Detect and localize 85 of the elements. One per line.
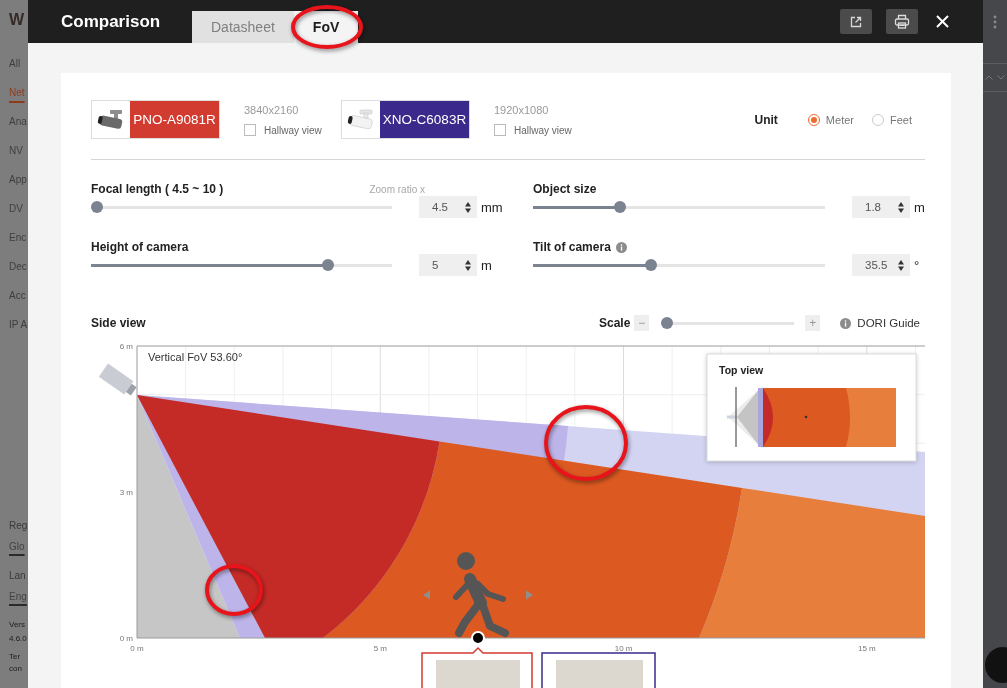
footer-text: con bbox=[9, 663, 22, 675]
radio-button[interactable] bbox=[872, 113, 884, 126]
zoom-out-button[interactable]: − bbox=[634, 315, 650, 331]
print-button[interactable] bbox=[886, 9, 918, 34]
zoom-in-button[interactable]: + bbox=[805, 315, 821, 331]
field-label: Focal length ( 4.5 ~ 10 ) bbox=[91, 182, 224, 196]
section-title: Side view bbox=[91, 316, 146, 330]
model-label: PNO-A9081R bbox=[130, 101, 219, 138]
radio-label: Meter bbox=[825, 113, 854, 126]
number-field[interactable]: 4.5 bbox=[419, 196, 477, 218]
nav-link[interactable]: Net bbox=[9, 78, 25, 107]
field-label: Tilt of camera bbox=[533, 240, 611, 254]
unit-label: ° bbox=[914, 257, 920, 273]
footer-text: Vers bbox=[9, 619, 25, 631]
spinner-arrows-icon bbox=[898, 259, 904, 271]
model-label: XNO-C6083R bbox=[380, 101, 469, 138]
footer-text: 4.6.0 bbox=[9, 633, 27, 645]
nav-link[interactable]: Enc bbox=[9, 223, 27, 252]
sidebar-label: Lan bbox=[9, 569, 26, 583]
sidebar-link[interactable]: Eng bbox=[9, 588, 27, 606]
resolution-text: 1920x1080 bbox=[494, 104, 549, 117]
checkbox[interactable] bbox=[244, 124, 256, 136]
info-icon bbox=[840, 317, 852, 329]
window-title: Comparison bbox=[61, 11, 161, 32]
radio-button[interactable] bbox=[807, 113, 820, 126]
hint-text: Zoom ratio x bbox=[369, 183, 425, 195]
axis-label: 6 m bbox=[119, 342, 133, 351]
more-options-icon[interactable] bbox=[993, 15, 997, 29]
walking-person-icon bbox=[453, 552, 509, 637]
nav-link[interactable]: DV bbox=[9, 194, 23, 223]
checkbox-label: Hallway view bbox=[514, 124, 572, 136]
slider-thumb[interactable] bbox=[322, 259, 335, 271]
nav-link[interactable]: IP A bbox=[9, 310, 28, 339]
checkbox[interactable] bbox=[494, 124, 506, 136]
unit-label: Unit bbox=[754, 112, 778, 127]
axis-label: 10 m bbox=[614, 644, 633, 653]
spinner-arrows-icon bbox=[898, 201, 904, 213]
open-external-button[interactable] bbox=[840, 9, 872, 34]
spinner-arrows-icon bbox=[465, 259, 471, 271]
axis-label: 0 m bbox=[119, 634, 133, 643]
chevron-up-icon[interactable] bbox=[985, 75, 993, 80]
unit-label: m bbox=[914, 199, 925, 215]
position-marker-icon[interactable] bbox=[471, 631, 485, 645]
axis-label: 5 m bbox=[373, 644, 387, 653]
axis-label: 3 m bbox=[119, 488, 133, 497]
sidebar-link[interactable]: Glo bbox=[9, 538, 25, 556]
nav-link[interactable]: Dec bbox=[9, 252, 27, 281]
unit-label: m bbox=[481, 257, 492, 273]
nav-link[interactable]: Acc bbox=[9, 281, 26, 310]
printer-icon bbox=[894, 14, 910, 29]
highlight-circle bbox=[205, 564, 263, 616]
number-field[interactable]: 35.5 bbox=[852, 254, 910, 276]
number-field[interactable]: 1.8 bbox=[852, 196, 910, 218]
logo: W bbox=[9, 10, 25, 30]
footer-text: Ter bbox=[9, 651, 21, 663]
nav-link[interactable]: App bbox=[9, 165, 27, 194]
nav-link[interactable]: All bbox=[9, 49, 21, 78]
checkbox-label: Hallway view bbox=[264, 124, 322, 136]
unit-label: mm bbox=[481, 199, 503, 215]
sidebar-label: Reg bbox=[9, 519, 28, 533]
tab[interactable]: Datasheet bbox=[192, 11, 294, 43]
floating-button[interactable] bbox=[985, 647, 1007, 683]
field-label: Object size bbox=[533, 182, 597, 196]
slider-thumb[interactable] bbox=[645, 259, 657, 271]
spinner-arrows-icon bbox=[465, 201, 471, 213]
scale-label: Scale bbox=[599, 316, 631, 330]
chevron-down-icon[interactable] bbox=[997, 75, 1005, 80]
resolution-text: 3840x2160 bbox=[244, 104, 299, 117]
axis-label: 0 m bbox=[130, 644, 144, 653]
slider-thumb[interactable] bbox=[614, 201, 627, 213]
number-field[interactable]: 5 bbox=[419, 254, 477, 276]
radio-label: Feet bbox=[890, 113, 912, 126]
fov-label: Vertical FoV 53.60° bbox=[148, 351, 243, 363]
guide-link[interactable]: DORI Guide bbox=[857, 317, 920, 329]
top-view-title: Top view bbox=[719, 364, 764, 376]
slider-thumb[interactable] bbox=[91, 201, 103, 213]
slider-thumb[interactable] bbox=[661, 317, 674, 329]
external-link-icon bbox=[849, 14, 863, 29]
nav-link[interactable]: Ana bbox=[9, 107, 27, 136]
camera-icon bbox=[98, 363, 137, 396]
close-icon[interactable] bbox=[935, 14, 950, 29]
axis-label: 15 m bbox=[858, 644, 876, 653]
nav-link[interactable]: NV bbox=[9, 136, 23, 165]
field-label: Height of camera bbox=[91, 240, 189, 254]
bullet-camera-icon bbox=[346, 108, 376, 131]
